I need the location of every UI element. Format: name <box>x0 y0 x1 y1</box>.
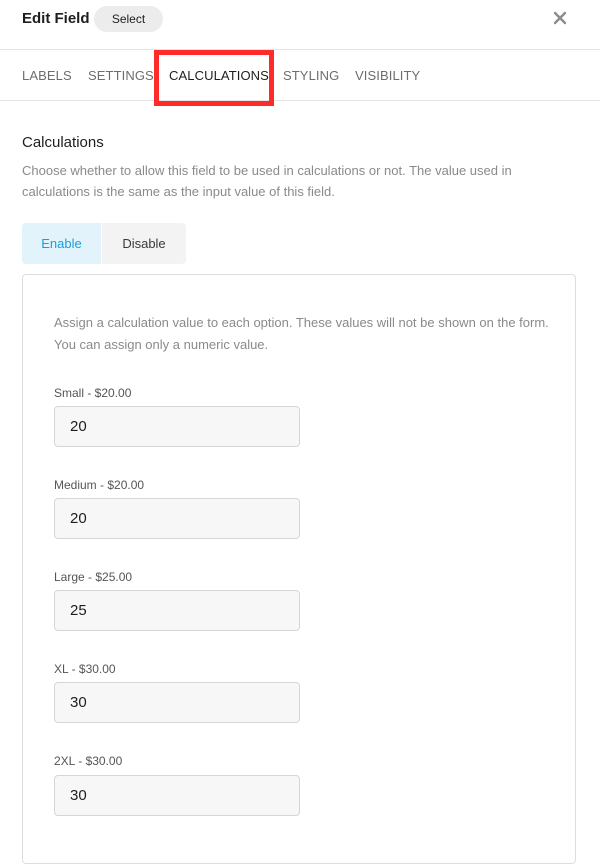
option-label-large: Large - $25.00 <box>54 570 133 584</box>
calc-value-input-small[interactable] <box>54 406 300 447</box>
tab-visibility[interactable]: VISIBILITY <box>355 69 420 83</box>
option-label-medium: Medium - $20.00 <box>54 478 145 492</box>
section-description: Choose whether to allow this field to be… <box>22 163 512 199</box>
option-label-xl: XL - $30.00 <box>54 662 116 676</box>
calc-value-input-2xl[interactable] <box>54 775 300 816</box>
disable-button[interactable]: Disable <box>102 223 186 264</box>
tab-settings[interactable]: SETTINGS <box>88 69 154 83</box>
calc-value-input-xl[interactable] <box>54 682 300 723</box>
panel-description: Assign a calculation value to each optio… <box>54 315 549 352</box>
tab-bar: LABELS SETTINGS CALCULATIONS STYLING VIS… <box>0 50 600 101</box>
tab-highlight-box <box>154 50 274 106</box>
calc-value-input-medium[interactable] <box>54 498 300 539</box>
modal-title: Edit Field <box>22 10 90 27</box>
tab-labels[interactable]: LABELS <box>22 69 72 83</box>
tab-styling[interactable]: STYLING <box>283 69 339 83</box>
modal-header: Edit Field Select <box>0 0 600 50</box>
select-button[interactable]: Select <box>94 6 163 32</box>
option-label-2xl: 2XL - $30.00 <box>54 754 123 768</box>
section-title: Calculations <box>22 134 104 151</box>
option-label-small: Small - $20.00 <box>54 386 132 400</box>
close-icon[interactable] <box>549 7 571 29</box>
enable-button[interactable]: Enable <box>22 223 101 264</box>
calc-value-input-large[interactable] <box>54 590 300 631</box>
